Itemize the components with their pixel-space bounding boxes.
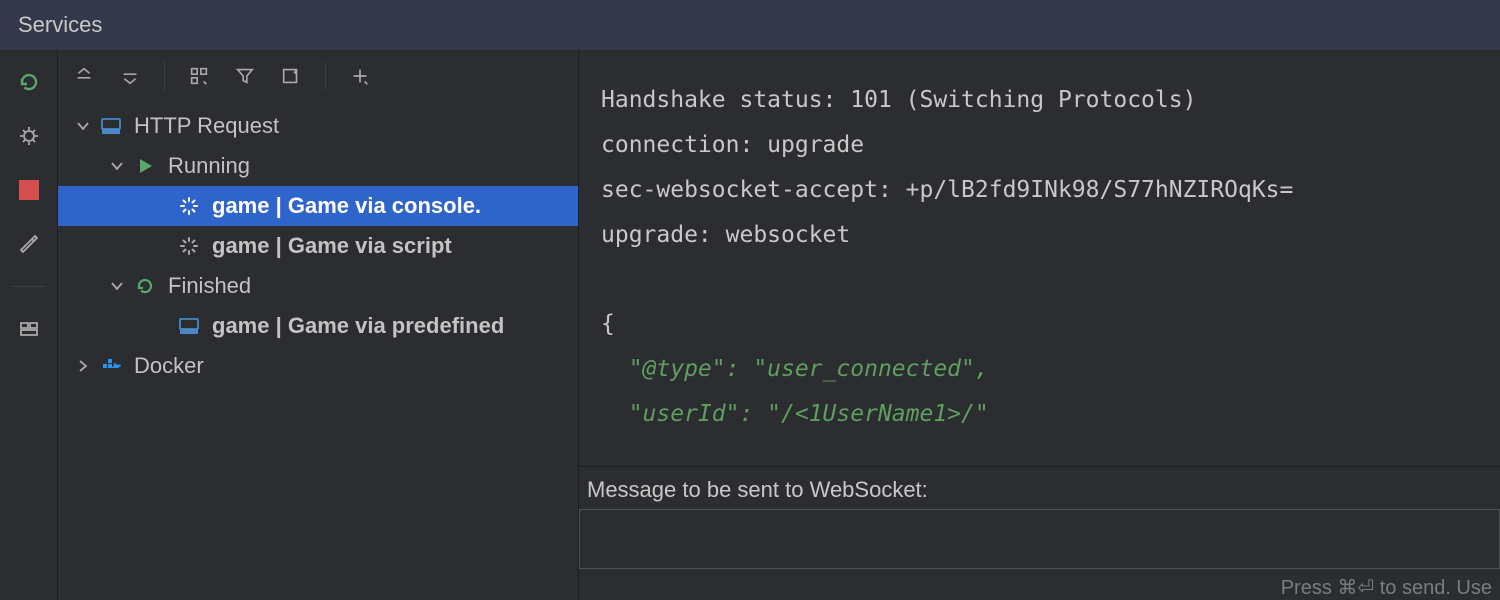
- tree-node-docker[interactable]: Docker: [58, 346, 578, 386]
- tree-toolbar: [58, 50, 578, 102]
- loading-icon: [176, 196, 202, 216]
- chevron-right-icon: [72, 358, 94, 374]
- log-json-line: {: [601, 311, 615, 337]
- log-json-line: "@type": "user_connected",: [601, 356, 989, 382]
- toolbar-separator-2: [325, 62, 326, 90]
- chevron-down-icon: [72, 118, 94, 134]
- tree-node-http-request[interactable]: HTTP Request: [58, 106, 578, 146]
- run-icon: [132, 156, 158, 176]
- tree-node-finished[interactable]: Finished: [58, 266, 578, 306]
- toolbar-separator-1: [164, 62, 165, 90]
- docker-icon: [98, 355, 124, 377]
- chevron-down-icon: [106, 158, 128, 174]
- tree-node-game-console[interactable]: game | Game via console.: [58, 186, 578, 226]
- log-line: Handshake status: 101 (Switching Protoco…: [601, 87, 1196, 113]
- tree-label: game | Game via predefined: [212, 313, 504, 339]
- settings-button[interactable]: [9, 228, 49, 260]
- rerun-icon: [132, 276, 158, 296]
- log-line: sec-websocket-accept: +p/lB2fd9INk98/S77…: [601, 177, 1293, 203]
- tree-label: Docker: [134, 353, 204, 379]
- main-area: HTTP Request Running game | Game via con…: [0, 50, 1500, 600]
- content-panel: Handshake status: 101 (Switching Protoco…: [578, 50, 1500, 600]
- tree-label: game | Game via console.: [212, 193, 481, 219]
- group-by-button[interactable]: [183, 60, 215, 92]
- message-input[interactable]: [579, 509, 1500, 569]
- collapse-all-button[interactable]: [114, 60, 146, 92]
- panel-title-text: Services: [18, 12, 102, 38]
- expand-all-button[interactable]: [68, 60, 100, 92]
- stop-button[interactable]: [9, 174, 49, 206]
- tree-label: Finished: [168, 273, 251, 299]
- filter-button[interactable]: [229, 60, 261, 92]
- api-icon: [176, 315, 202, 337]
- gutter-separator: [12, 286, 46, 287]
- message-hint: Press ⌘⏎ to send. Use: [579, 569, 1500, 600]
- loading-icon: [176, 236, 202, 256]
- stop-icon: [19, 180, 39, 200]
- rerun-button[interactable]: [9, 66, 49, 98]
- tree-node-running[interactable]: Running: [58, 146, 578, 186]
- panel-title: Services: [0, 0, 1500, 50]
- log-line: upgrade: websocket: [601, 222, 850, 248]
- add-service-button[interactable]: [344, 60, 376, 92]
- tree-label: game | Game via script: [212, 233, 452, 259]
- log-json-line: "userId": "/<1UserName1>/": [601, 401, 989, 427]
- tree-label: Running: [168, 153, 250, 179]
- services-tree[interactable]: HTTP Request Running game | Game via con…: [58, 102, 578, 600]
- tree-panel: HTTP Request Running game | Game via con…: [58, 50, 578, 600]
- message-label: Message to be sent to WebSocket:: [579, 467, 1500, 509]
- log-line: connection: upgrade: [601, 132, 864, 158]
- tree-node-game-script[interactable]: game | Game via script: [58, 226, 578, 266]
- chevron-down-icon: [106, 278, 128, 294]
- tree-node-game-predefined[interactable]: game | Game via predefined: [58, 306, 578, 346]
- open-new-tab-button[interactable]: [275, 60, 307, 92]
- left-gutter: [0, 50, 58, 600]
- websocket-log[interactable]: Handshake status: 101 (Switching Protoco…: [579, 50, 1500, 466]
- debug-button[interactable]: [9, 120, 49, 152]
- message-section: Message to be sent to WebSocket: Press ⌘…: [579, 466, 1500, 600]
- api-icon: [98, 115, 124, 137]
- layout-button[interactable]: [9, 313, 49, 345]
- tree-label: HTTP Request: [134, 113, 279, 139]
